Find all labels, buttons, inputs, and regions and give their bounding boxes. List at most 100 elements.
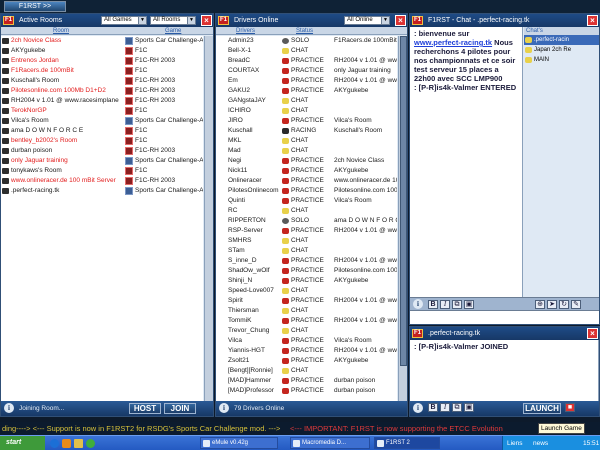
drivers-filter-select[interactable]: All Online ▼ bbox=[344, 16, 390, 25]
driver-row[interactable]: [Bengt][Ronnie] CHAT bbox=[216, 366, 397, 376]
pin-icon[interactable]: ⊕ bbox=[535, 300, 545, 309]
first-menu-button[interactable]: F1RST >> bbox=[4, 1, 66, 12]
stop-icon[interactable]: ■ bbox=[565, 403, 575, 412]
driver-row[interactable]: Yiannis-HGT PRACTICE RH2004 v 1.01 @ www bbox=[216, 346, 397, 356]
room-row[interactable]: F1Racers.de 100mBit F1C bbox=[1, 66, 203, 76]
room-row[interactable]: ama D O W N F O R C E F1C bbox=[1, 126, 203, 136]
driver-row[interactable]: RIPPERTON SOLO ama D O W N F O R C E bbox=[216, 216, 397, 226]
driver-row[interactable]: Vilca PRACTICE Vilca's Room bbox=[216, 336, 397, 346]
join-button[interactable]: JOIN bbox=[164, 403, 196, 414]
bold-icon[interactable]: B bbox=[428, 300, 438, 309]
col-drivers[interactable]: Drivers bbox=[236, 27, 255, 35]
room-row[interactable]: Pilotesonline.com 100Mb D1+D2 F1C-RH 2003 bbox=[1, 86, 203, 96]
col-game[interactable]: Game bbox=[165, 27, 181, 35]
room-row[interactable]: durban poison F1C-RH 2003 bbox=[1, 146, 203, 156]
room-row[interactable]: .perfect-racing.tk Sports Car Challenge-A… bbox=[1, 186, 203, 196]
driver-row[interactable]: Admin23 SOLO F1Racers.de 100mBit bbox=[216, 36, 397, 46]
col-room[interactable]: Room bbox=[53, 27, 69, 35]
start-button[interactable]: start bbox=[0, 436, 45, 450]
bold-icon[interactable]: B bbox=[428, 403, 438, 412]
room-row[interactable]: TerokNorGP F1C bbox=[1, 106, 203, 116]
driver-row[interactable]: GAKU2 PRACTICE AKYgukebe bbox=[216, 86, 397, 96]
links-toolbar[interactable]: Liens bbox=[507, 436, 523, 450]
driver-row[interactable]: Bell-X-1 CHAT bbox=[216, 46, 397, 56]
news-toolbar[interactable]: news bbox=[533, 436, 548, 450]
italic-icon[interactable]: I bbox=[440, 403, 450, 412]
games-filter-select[interactable]: All Games ▼ bbox=[101, 16, 147, 25]
save-icon[interactable]: ▣ bbox=[464, 300, 474, 309]
driver-row[interactable]: Nick11 PRACTICE AKYgukebe bbox=[216, 166, 397, 176]
driver-row[interactable]: Trevor_Chung CHAT bbox=[216, 326, 397, 336]
send-icon[interactable]: ➤ bbox=[547, 300, 557, 309]
room-row[interactable]: tonykaws's Room F1C bbox=[1, 166, 203, 176]
drivers-scrollbar[interactable] bbox=[398, 36, 407, 401]
copy-icon[interactable]: ⧉ bbox=[452, 403, 462, 412]
driver-row[interactable]: S_inne_D PRACTICE RH2004 v 1.01 @ www bbox=[216, 256, 397, 266]
driver-row[interactable]: STam CHAT bbox=[216, 246, 397, 256]
room-row[interactable]: bentley_b2002's Room F1C bbox=[1, 136, 203, 146]
driver-row[interactable]: Zsolt21 PRACTICE AKYgukebe bbox=[216, 356, 397, 366]
chat-channel-item[interactable]: .perfect-racin bbox=[524, 35, 599, 45]
chat-link[interactable]: www.perfect-racing.tk bbox=[414, 38, 492, 47]
rooms-filter-select[interactable]: All Rooms ▼ bbox=[150, 16, 196, 25]
driver-row[interactable]: JIRO PRACTICE Vilca's Room bbox=[216, 116, 397, 126]
driver-row[interactable]: COURTAX PRACTICE only Jaguar training bbox=[216, 66, 397, 76]
folder-icon[interactable] bbox=[74, 439, 83, 448]
close-icon[interactable]: × bbox=[587, 328, 598, 339]
driver-row[interactable]: ShadOw_wOlf PRACTICE Pilotesonline.com 100 bbox=[216, 266, 397, 276]
media-icon[interactable] bbox=[62, 439, 71, 448]
driver-row[interactable]: Kuschall RACING Kuschall's Room bbox=[216, 126, 397, 136]
room-row[interactable]: Entrenos Jordan F1C-RH 2003 bbox=[1, 56, 203, 66]
driver-row[interactable]: ICHIRO CHAT bbox=[216, 106, 397, 116]
driver-row[interactable]: Thiersman CHAT bbox=[216, 306, 397, 316]
room-row[interactable]: AKYgukebe F1C bbox=[1, 46, 203, 56]
driver-row[interactable]: BreadC PRACTICE RH2004 v 1.01 @ www bbox=[216, 56, 397, 66]
driver-row[interactable]: Speed-Love007 CHAT bbox=[216, 286, 397, 296]
refresh-icon[interactable]: ↻ bbox=[559, 300, 569, 309]
close-icon[interactable]: × bbox=[395, 15, 406, 26]
drivers-scroll-thumb[interactable] bbox=[400, 36, 407, 366]
room-row[interactable]: www.onlineracer.de 100 mBit Server F1C-RH… bbox=[1, 176, 203, 186]
driver-row[interactable]: Negi PRACTICE 2ch Novice Class bbox=[216, 156, 397, 166]
room-row[interactable]: 2ch Novice Class Sports Car Challenge-ALM… bbox=[1, 36, 203, 46]
driver-row[interactable]: MKL CHAT bbox=[216, 136, 397, 146]
messenger-icon[interactable] bbox=[86, 439, 95, 448]
italic-icon[interactable]: I bbox=[440, 300, 450, 309]
host-button[interactable]: HOST bbox=[129, 403, 161, 414]
driver-row[interactable]: SMHRS CHAT bbox=[216, 236, 397, 246]
room-row[interactable]: only Jaguar training Sports Car Challenge… bbox=[1, 156, 203, 166]
drivers-list: Admin23 SOLO F1Racers.de 100mBit Bell-X-1 CH… bbox=[216, 36, 397, 401]
task-macromedia[interactable]: Macromedia D... bbox=[290, 437, 370, 449]
driver-row[interactable]: RSP-Server PRACTICE RH2004 v 1.01 @ www bbox=[216, 226, 397, 236]
driver-row[interactable]: Onlineracer PRACTICE www.onlineracer.de 10 bbox=[216, 176, 397, 186]
edit-icon[interactable]: ✎ bbox=[571, 300, 581, 309]
chat-channel-item[interactable]: Japan 2ch Re bbox=[524, 45, 599, 55]
driver-row[interactable]: PilotesOnlinecom PRACTICE Pilotesonline.co… bbox=[216, 186, 397, 196]
rooms-scrollbar[interactable] bbox=[204, 36, 213, 401]
driver-row[interactable]: GANgstaJAY CHAT bbox=[216, 96, 397, 106]
col-status[interactable]: Status bbox=[296, 27, 313, 35]
driver-row[interactable]: Spirit PRACTICE RH2004 v 1.01 @ www bbox=[216, 296, 397, 306]
driver-row[interactable]: RC CHAT bbox=[216, 206, 397, 216]
close-icon[interactable]: × bbox=[201, 15, 212, 26]
driver-name: GANgstaJAY bbox=[228, 97, 266, 104]
driver-row[interactable]: Shinji_N PRACTICE AKYgukebe bbox=[216, 276, 397, 286]
close-icon[interactable]: × bbox=[587, 15, 598, 26]
chat-input[interactable] bbox=[410, 310, 599, 324]
room-row[interactable]: Kuschall's Room F1C-RH 2003 bbox=[1, 76, 203, 86]
driver-row[interactable]: Mad CHAT bbox=[216, 146, 397, 156]
ie-icon[interactable] bbox=[50, 439, 59, 448]
launch-button[interactable]: LAUNCH bbox=[523, 403, 561, 414]
room-row[interactable]: Vilca's Room Sports Car Challenge-ALMS bbox=[1, 116, 203, 126]
task-emule[interactable]: eMule v0.42g bbox=[200, 437, 278, 449]
driver-row[interactable]: Quinti PRACTICE Vilca's Room bbox=[216, 196, 397, 206]
save-icon[interactable]: ▣ bbox=[464, 403, 474, 412]
task-f1rst[interactable]: F1RST 2 bbox=[374, 437, 440, 449]
room-row[interactable]: RH2004 v 1.01 @ www.racesimplane F1C-RH 2… bbox=[1, 96, 203, 106]
chat-channel-item[interactable]: MAIN bbox=[524, 55, 599, 65]
driver-row[interactable]: [MAD]Hammer PRACTICE durban poison bbox=[216, 376, 397, 386]
driver-row[interactable]: Em PRACTICE RH2004 v 1.01 @ www bbox=[216, 76, 397, 86]
driver-row[interactable]: TommiK PRACTICE RH2004 v 1.01 @ www bbox=[216, 316, 397, 326]
copy-icon[interactable]: ⧉ bbox=[452, 300, 462, 309]
driver-row[interactable]: [MAD]Professor PRACTICE durban poison bbox=[216, 386, 397, 396]
